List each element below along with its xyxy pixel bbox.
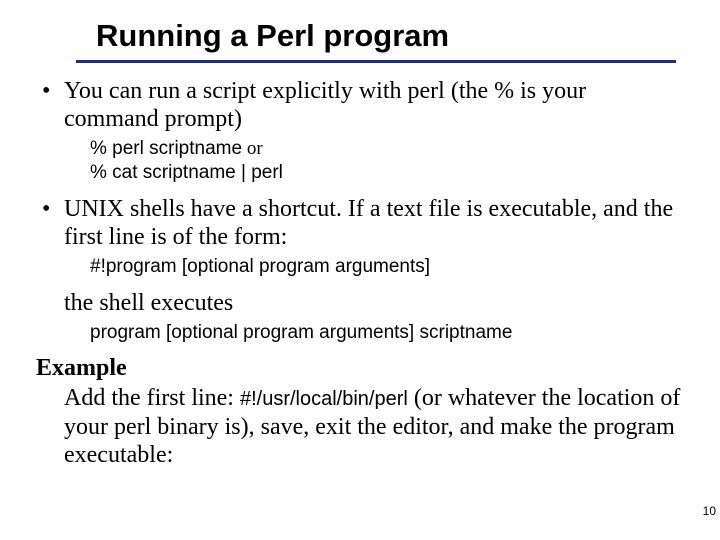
bullet-text: You can run a script explicitly with per… (64, 77, 684, 133)
bullet-item: • UNIX shells have a shortcut. If a text… (36, 195, 684, 251)
slide: Running a Perl program • You can run a s… (0, 0, 720, 469)
code-cmd: % perl scriptname (90, 138, 242, 159)
title-underline (76, 60, 676, 63)
bullet-text: UNIX shells have a shortcut. If a text f… (64, 195, 684, 251)
code-line: % perl scriptname or (90, 137, 684, 161)
example-body: Add the first line: #!/usr/local/bin/per… (64, 384, 684, 469)
bullet-item: • You can run a script explicitly with p… (36, 77, 684, 133)
code-line: #!program [optional program arguments] (90, 256, 430, 277)
example-code: #!/usr/local/bin/perl (240, 388, 408, 410)
page-number: 10 (703, 504, 716, 518)
code-block: program [optional program arguments] scr… (90, 321, 684, 345)
code-block: % perl scriptname or % cat scriptname | … (90, 137, 684, 185)
bullet-dot: • (36, 195, 64, 251)
example-prefix: Add the first line: (64, 385, 240, 411)
code-line: program [optional program arguments] scr… (90, 322, 512, 343)
code-block: #!program [optional program arguments] (90, 255, 684, 279)
example-heading: Example (36, 355, 684, 382)
bullet-dot: • (36, 77, 64, 133)
code-line: % cat scriptname | perl (90, 161, 684, 185)
slide-title: Running a Perl program (96, 18, 684, 54)
code-or: or (242, 138, 263, 159)
sub-text: the shell executes (64, 289, 684, 317)
